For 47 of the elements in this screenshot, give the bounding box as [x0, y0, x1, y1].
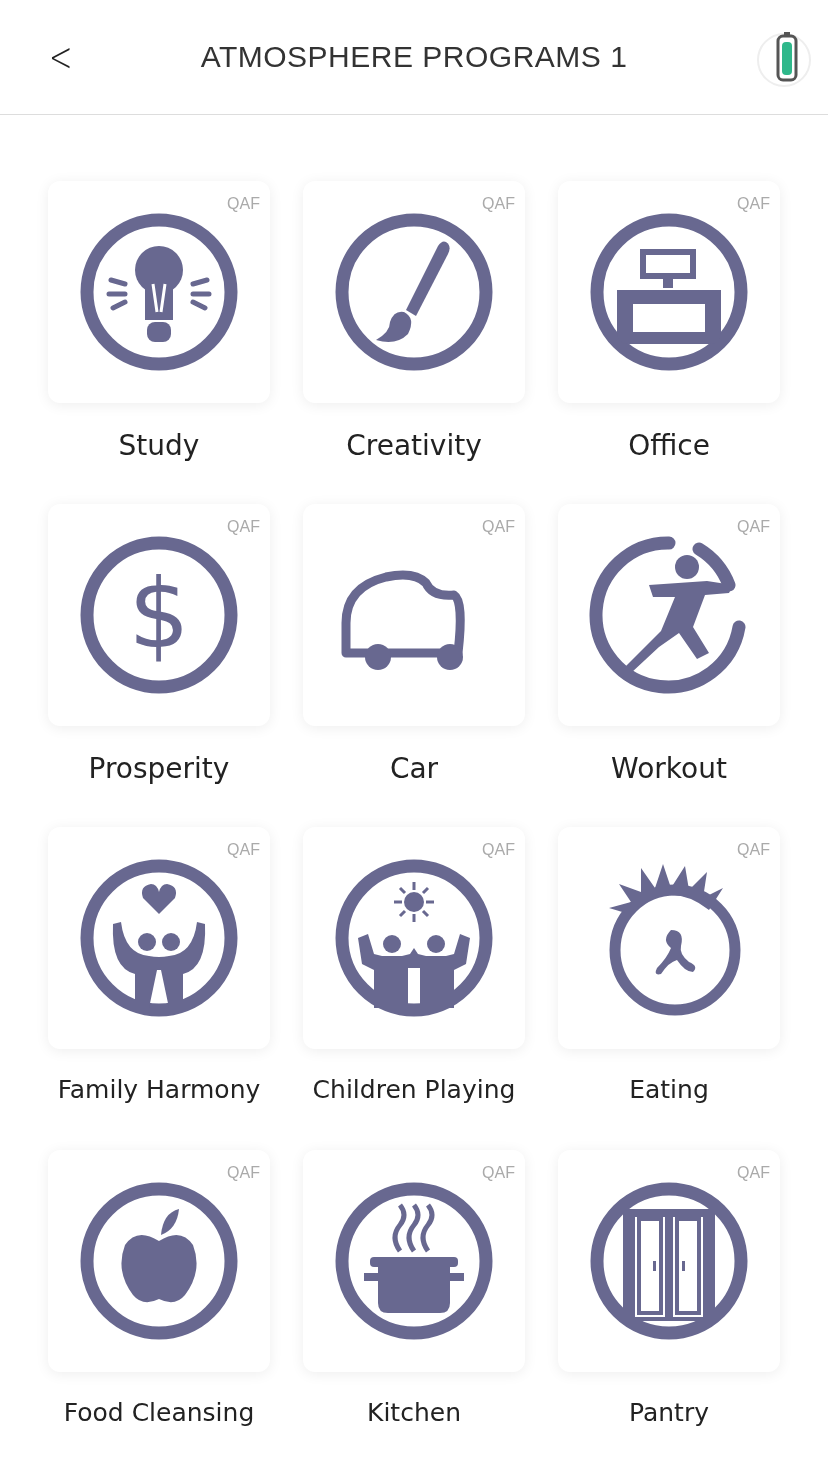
steaming-pot-icon [334, 1181, 494, 1341]
dollar-icon: $ [79, 535, 239, 695]
desk-monitor-icon [589, 212, 749, 372]
program-tile[interactable]: QAF [303, 1150, 525, 1372]
lightbulb-icon [79, 212, 239, 372]
program-label: Workout [611, 752, 727, 785]
program-label: Family Harmony [57, 1075, 261, 1104]
tag-label: QAF [227, 195, 260, 213]
program-tile[interactable]: QAF [558, 827, 780, 1049]
paintbrush-icon [334, 212, 494, 372]
program-tile[interactable]: QAF [48, 827, 270, 1049]
program-tile[interactable]: QAF $ [48, 504, 270, 726]
program-label: Kitchen [367, 1398, 461, 1427]
program-label: Office [628, 429, 710, 462]
tag-label: QAF [227, 1164, 260, 1182]
tag-label: QAF [482, 841, 515, 859]
tag-label: QAF [482, 518, 515, 536]
tag-label: QAF [737, 841, 770, 859]
cupboard-icon [589, 1181, 749, 1341]
page-title: ATMOSPHERE PROGRAMS 1 [200, 40, 628, 74]
back-button[interactable]: < [43, 34, 79, 80]
tag-label: QAF [737, 195, 770, 213]
tag-label: QAF [737, 518, 770, 536]
program-tile[interactable]: QAF [558, 1150, 780, 1372]
program-label: Food Cleansing [63, 1398, 255, 1427]
program-tile[interactable]: QAF [558, 181, 780, 403]
program-tile[interactable]: QAF [48, 1150, 270, 1372]
tag-label: QAF [227, 841, 260, 859]
program-tile[interactable]: QAF [303, 181, 525, 403]
tag-label: QAF [482, 1164, 515, 1182]
battery-icon[interactable] [754, 30, 814, 90]
program-label: Prosperity [88, 752, 230, 785]
tag-label: QAF [482, 195, 515, 213]
program-tile[interactable]: QAF [48, 181, 270, 403]
tag-label: QAF [737, 1164, 770, 1182]
children-sun-icon [334, 858, 494, 1018]
program-label: Car [389, 752, 439, 785]
program-tile[interactable]: QAF [303, 504, 525, 726]
program-label: Creativity [346, 429, 482, 462]
program-tile[interactable]: QAF [303, 827, 525, 1049]
apple-icon [79, 1181, 239, 1341]
program-label: Eating [629, 1075, 709, 1104]
program-tile[interactable]: QAF [558, 504, 780, 726]
program-label: Pantry [629, 1398, 709, 1427]
program-label: Study [118, 429, 200, 462]
tag-label: QAF [227, 518, 260, 536]
program-label: Children Playing [312, 1075, 516, 1104]
